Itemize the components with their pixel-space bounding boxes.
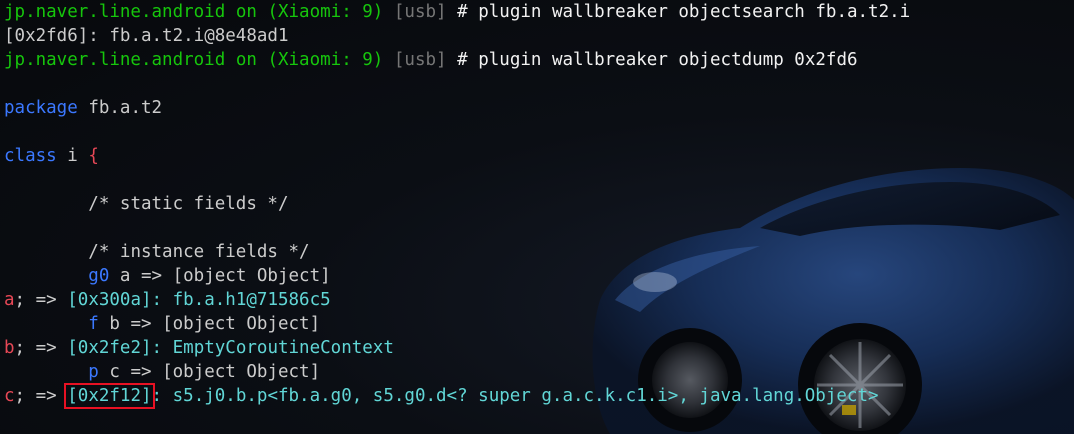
field-name: b	[109, 314, 120, 334]
field-decl-rest: => [object Object]	[119, 314, 321, 334]
field-ref-b: b; => [0x2fe2]: EmptyCoroutineContext	[4, 336, 394, 360]
prompt-package: jp.naver.line.android	[4, 50, 226, 70]
package-name: fb.a.t2	[88, 98, 163, 118]
static-fields-comment: /* static fields */	[88, 194, 289, 214]
prompt-line-2: jp.naver.line.android on (Xiaomi: 9) [us…	[4, 48, 858, 72]
field-address[interactable]: [0x300a]	[67, 290, 151, 310]
prompt-device: (Xiaomi: 9)	[267, 50, 384, 70]
field-type: f	[88, 314, 99, 334]
instance-fields-comment: /* instance fields */	[88, 242, 310, 262]
field-ref-sep: ; =>	[14, 290, 57, 310]
terminal-window[interactable]: jp.naver.line.android on (Xiaomi: 9) [us…	[0, 0, 1074, 434]
class-keyword: class	[4, 146, 57, 166]
prompt-transport: [usb]	[393, 2, 447, 22]
field-value: : EmptyCoroutineContext	[151, 338, 394, 358]
package-line: package fb.a.t2	[4, 96, 162, 120]
field-ref-name: a	[4, 290, 15, 310]
field-ref-name: c	[4, 386, 15, 406]
prompt-hash: #	[457, 50, 468, 70]
prompt-on: on	[235, 2, 257, 22]
static-fields-comment-line: /* static fields */	[4, 192, 288, 216]
prompt-on: on	[235, 50, 257, 70]
field-ref-name: b	[4, 338, 15, 358]
field-value: : s5.j0.b.p<fb.a.g0, s5.g0.d<? super g.a…	[151, 386, 879, 406]
field-type: p	[88, 362, 99, 382]
field-ref-a: a; => [0x300a]: fb.a.h1@71586c5	[4, 288, 331, 312]
field-decl-c: p c => [object Object]	[4, 360, 320, 384]
command-objectdump: plugin wallbreaker objectdump 0x2fd6	[478, 50, 858, 70]
field-value: : fb.a.h1@71586c5	[151, 290, 331, 310]
search-result-handle: [0x2fd6]:	[4, 26, 99, 46]
field-ref-sep: ; =>	[14, 338, 57, 358]
search-result-line: [0x2fd6]: fb.a.t2.i@8e48ad1	[4, 24, 289, 48]
prompt-package: jp.naver.line.android	[4, 2, 226, 22]
package-keyword: package	[4, 98, 78, 118]
field-name: a	[119, 266, 131, 286]
field-ref-c: c; => [0x2f12]: s5.j0.b.p<fb.a.g0, s5.g0…	[4, 383, 879, 409]
field-type: g0	[88, 266, 110, 286]
field-address-highlighted[interactable]: [0x2f12]	[64, 383, 155, 409]
prompt-hash: #	[457, 2, 468, 22]
instance-fields-comment-line: /* instance fields */	[4, 240, 310, 264]
field-address[interactable]: [0x2fe2]	[67, 338, 151, 358]
field-decl-rest: => [object Object]	[130, 266, 331, 286]
field-decl-rest: => [object Object]	[119, 362, 321, 382]
class-line: class i {	[4, 144, 99, 168]
prompt-transport: [usb]	[393, 50, 447, 70]
prompt-line-1: jp.naver.line.android on (Xiaomi: 9) [us…	[4, 0, 910, 24]
class-name: i	[67, 146, 78, 166]
search-result-value: fb.a.t2.i@8e48ad1	[109, 26, 289, 46]
class-brace: {	[88, 146, 99, 166]
prompt-device: (Xiaomi: 9)	[267, 2, 384, 22]
field-decl-a: g0 a => [object Object]	[4, 264, 331, 288]
field-decl-b: f b => [object Object]	[4, 312, 320, 336]
command-objectsearch: plugin wallbreaker objectsearch fb.a.t2.…	[478, 2, 911, 22]
field-ref-sep: ; =>	[14, 386, 57, 406]
field-name: c	[109, 362, 120, 382]
